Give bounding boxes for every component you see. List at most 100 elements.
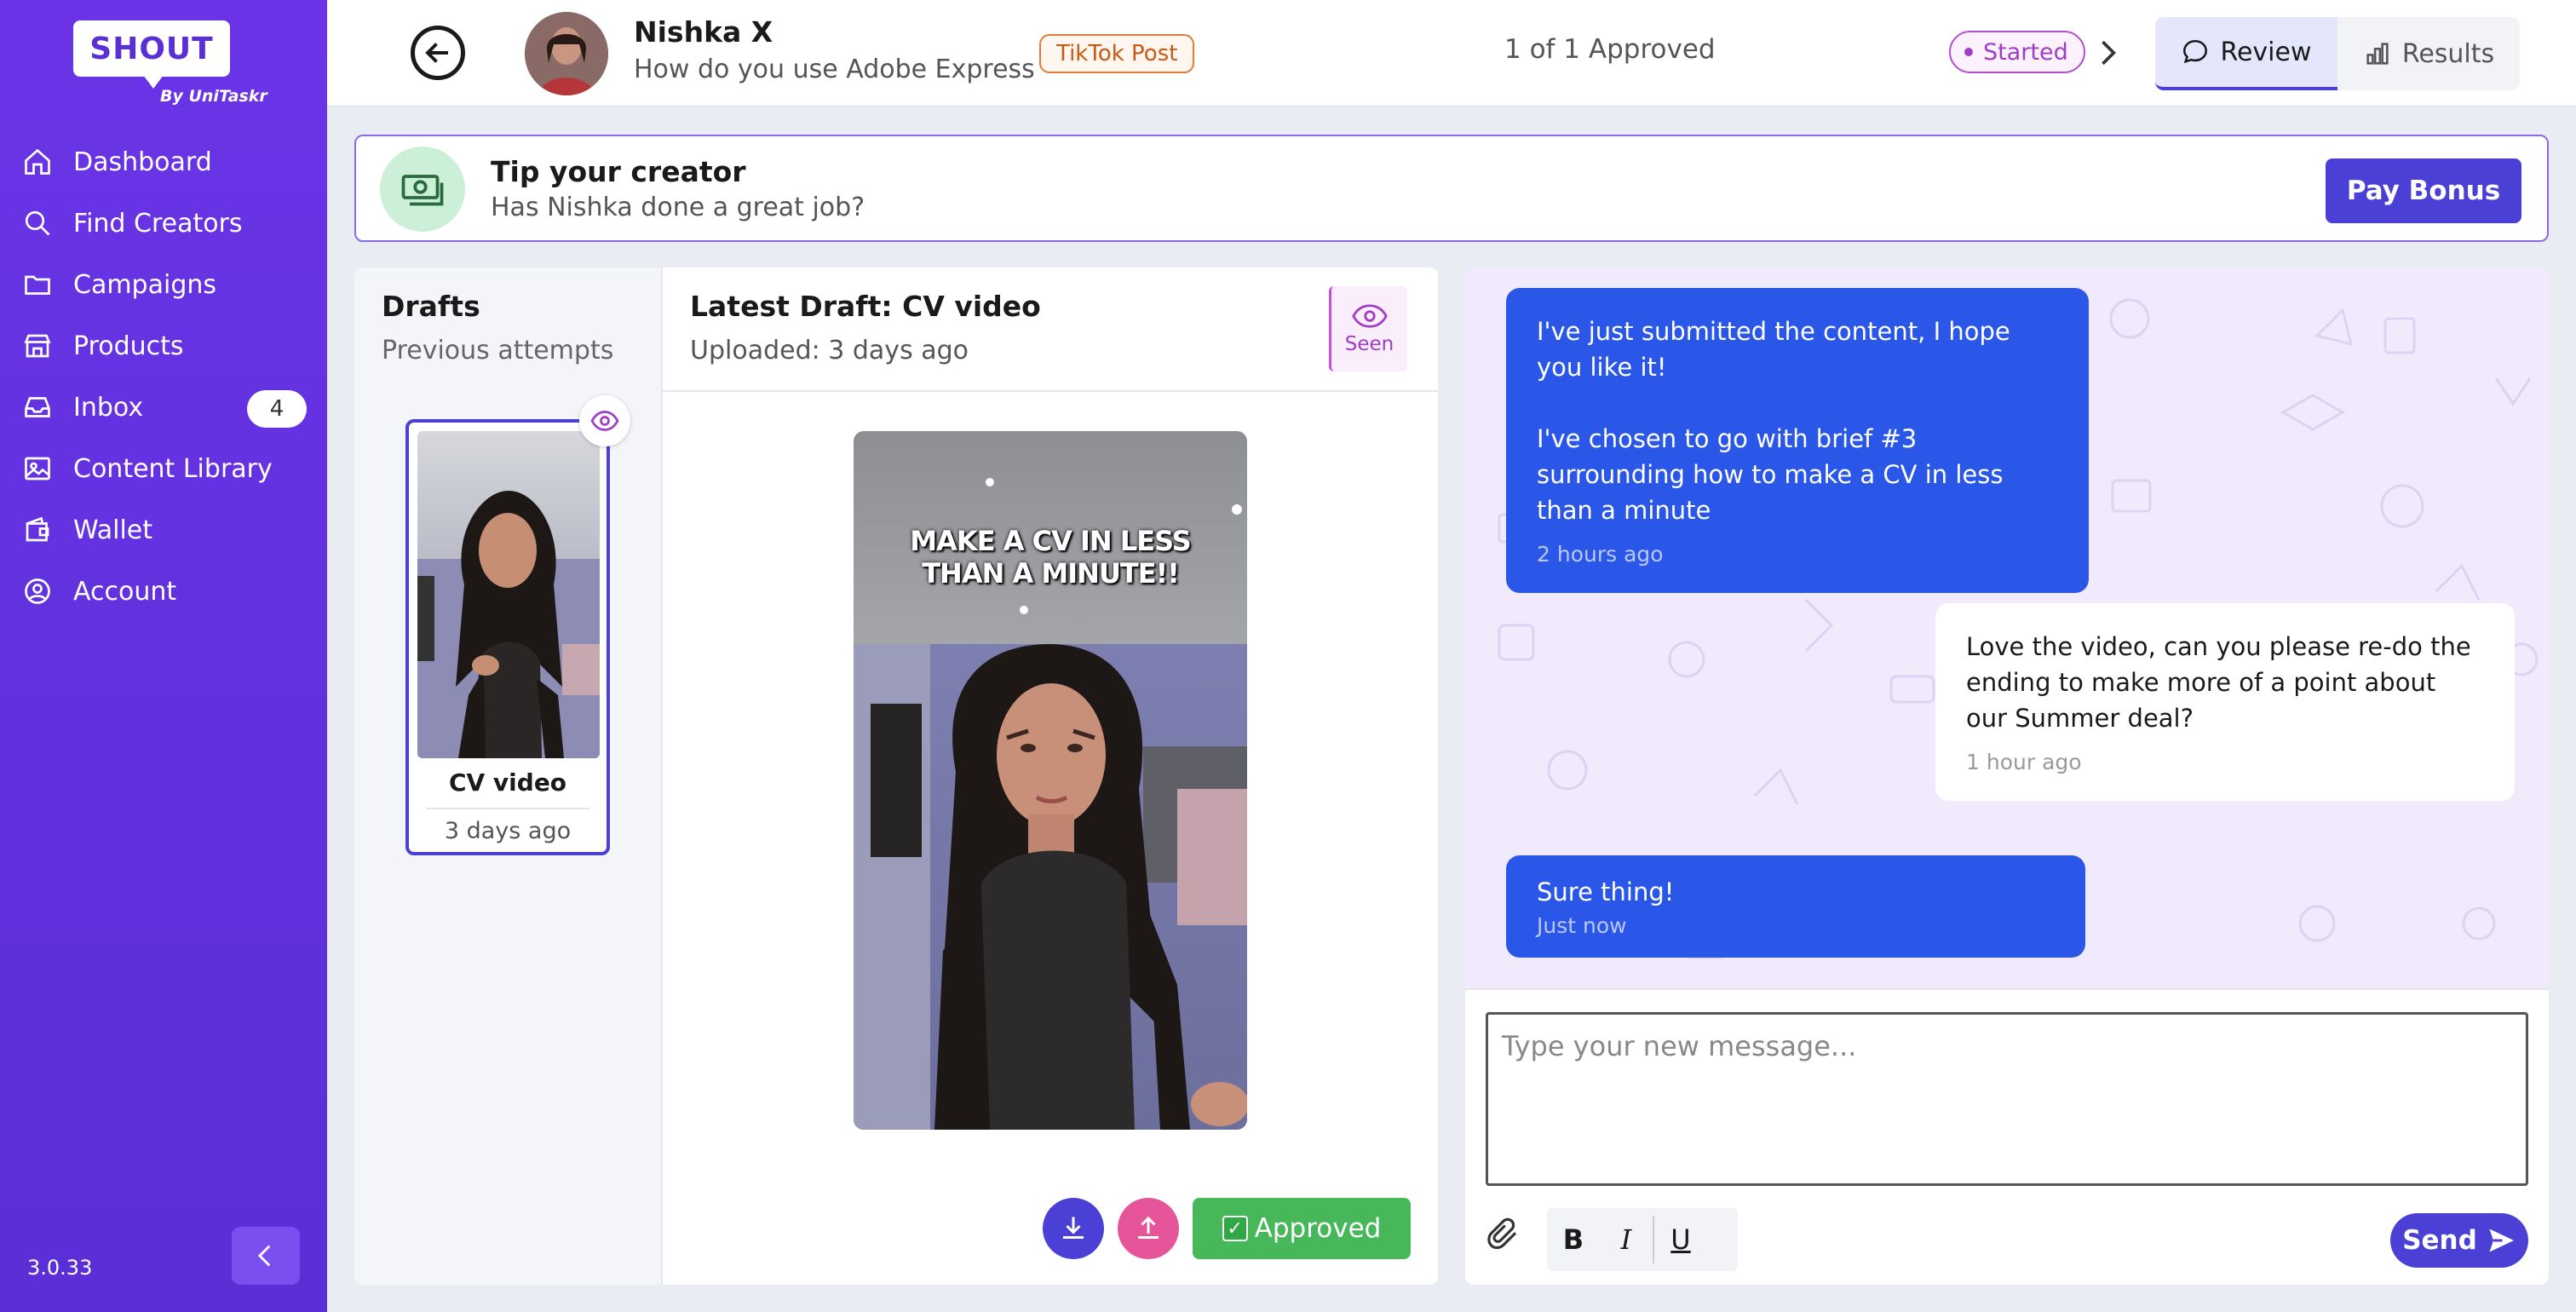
draft-video-player[interactable]: MAKE A CV IN LESS THAN A MINUTE!! xyxy=(854,431,1247,1130)
download-button[interactable] xyxy=(1043,1198,1104,1259)
draft-thumbnail xyxy=(417,431,600,758)
send-button[interactable]: Send xyxy=(2390,1213,2528,1268)
eye-icon xyxy=(590,411,619,431)
message-timestamp: Just now xyxy=(1537,913,1627,938)
caption-line-1: MAKE A CV IN LESS xyxy=(910,525,1191,557)
tab-review[interactable]: Review xyxy=(2155,17,2337,90)
video-caption: MAKE A CV IN LESS THAN A MINUTE!! xyxy=(854,525,1247,590)
home-icon xyxy=(25,148,50,175)
wallet-icon xyxy=(26,516,49,542)
inbox-count-badge: 4 xyxy=(247,390,307,428)
sidebar-item-content-library[interactable]: Content Library xyxy=(0,438,327,499)
chevron-right-icon xyxy=(2102,40,2116,66)
creator-avatar[interactable] xyxy=(525,12,608,95)
avatar-photo xyxy=(525,12,608,95)
message-text: I've chosen to go with brief #3 surround… xyxy=(1537,424,2004,525)
approved-label: Approved xyxy=(1254,1213,1382,1244)
paperclip-icon xyxy=(1487,1217,1517,1250)
sidebar-item-label: Campaigns xyxy=(73,269,217,300)
tab-label: Review xyxy=(2220,37,2312,67)
tab-label: Results xyxy=(2401,38,2495,69)
italic-button[interactable]: I xyxy=(1600,1208,1653,1271)
sidebar-item-dashboard[interactable]: Dashboard xyxy=(0,131,327,193)
seen-label: Seen xyxy=(1344,333,1394,355)
draft-seen-indicator xyxy=(579,395,630,446)
draft-divider xyxy=(426,808,589,809)
status-badge[interactable]: Started xyxy=(1949,31,2085,73)
image-icon xyxy=(25,457,50,480)
next-status-button[interactable] xyxy=(2089,34,2126,72)
upload-icon xyxy=(1138,1216,1159,1239)
drafts-title: Drafts xyxy=(382,290,480,323)
approval-counter: 1 of 1 Approved xyxy=(1504,34,1716,65)
brand-logo[interactable]: SHOUT By UniTaskr xyxy=(73,20,267,106)
post-type-badge: TikTok Post xyxy=(1039,34,1195,73)
eye-icon xyxy=(1351,304,1388,328)
sidebar-item-inbox[interactable]: Inbox 4 xyxy=(0,377,327,438)
sidebar-item-account[interactable]: Account xyxy=(0,561,327,622)
sidebar-nav: Dashboard Find Creators Campaigns Produc… xyxy=(0,131,327,622)
underline-button[interactable]: U xyxy=(1654,1208,1707,1271)
tip-subtitle: Has Nishka done a great job? xyxy=(491,193,865,222)
bold-button[interactable]: B xyxy=(1547,1208,1600,1271)
tab-results[interactable]: Results xyxy=(2337,17,2520,90)
draft-date: 3 days ago xyxy=(444,818,572,844)
send-label: Send xyxy=(2402,1225,2477,1256)
tip-creator-banner: Tip your creator Has Nishka done a great… xyxy=(354,135,2549,242)
message-bubble-brand: Love the video, can you please re-do the… xyxy=(1935,603,2515,801)
view-tabs: Review Results xyxy=(2155,17,2520,90)
money-icon xyxy=(380,147,465,232)
store-icon xyxy=(24,334,51,358)
sidebar-item-label: Account xyxy=(73,576,177,607)
drafts-subtitle: Previous attempts xyxy=(382,336,614,365)
message-timestamp: 1 hour ago xyxy=(1966,750,2082,774)
message-input[interactable] xyxy=(1486,1012,2528,1186)
drafts-column: Drafts Previous attempts CV video 3 days… xyxy=(354,268,663,1285)
tip-title: Tip your creator xyxy=(491,155,746,188)
seen-indicator: Seen xyxy=(1329,286,1407,371)
logo-text: SHOUT xyxy=(73,20,230,89)
sidebar-item-wallet[interactable]: Wallet xyxy=(0,499,327,561)
formatting-toolbar: B I U xyxy=(1547,1208,1738,1271)
draft-review-panel: Drafts Previous attempts CV video 3 days… xyxy=(354,268,1438,1285)
approved-button[interactable]: ✓ Approved xyxy=(1193,1198,1411,1259)
status-dot-icon xyxy=(1964,48,1973,56)
checkmark-icon: ✓ xyxy=(1222,1216,1248,1241)
message-composer: B I U Send xyxy=(1465,988,2549,1285)
attach-button[interactable] xyxy=(1486,1217,1521,1252)
download-icon xyxy=(1063,1217,1084,1239)
send-icon xyxy=(2489,1229,2514,1252)
sidebar-item-find-creators[interactable]: Find Creators xyxy=(0,193,327,254)
campaign-name: How do you use Adobe Express xyxy=(634,55,1035,84)
inbox-icon xyxy=(25,397,50,417)
draft-card[interactable]: CV video 3 days ago xyxy=(405,419,610,855)
sidebar-item-label: Products xyxy=(73,331,184,361)
sidebar: SHOUT By UniTaskr Dashboard Find Creator… xyxy=(0,0,327,1312)
latest-draft-header: Latest Draft: CV video Uploaded: 3 days … xyxy=(663,268,1438,392)
page-header: Nishka X How do you use Adobe Express Ti… xyxy=(327,0,2576,107)
search-icon xyxy=(25,210,50,236)
sidebar-item-label: Inbox xyxy=(73,392,144,423)
collapse-sidebar-button[interactable] xyxy=(232,1227,300,1285)
sidebar-item-label: Wallet xyxy=(73,515,153,545)
message-bubble-creator: Sure thing! Just now xyxy=(1506,855,2085,958)
chat-panel: I've just submitted the content, I hope … xyxy=(1465,268,2549,1285)
creator-name: Nishka X xyxy=(634,15,773,49)
upload-button[interactable] xyxy=(1118,1198,1179,1259)
message-text: Love the video, can you please re-do the… xyxy=(1966,632,2471,733)
message-timestamp: 2 hours ago xyxy=(1537,542,1664,567)
draft-name: CV video xyxy=(448,768,567,797)
back-button[interactable] xyxy=(411,26,465,80)
message-text: I've just submitted the content, I hope … xyxy=(1537,317,2010,382)
status-label: Started xyxy=(1983,38,2068,66)
sidebar-item-products[interactable]: Products xyxy=(0,315,327,377)
caption-line-2: THAN A MINUTE!! xyxy=(922,557,1180,590)
message-text: Sure thing! xyxy=(1537,878,1675,906)
sidebar-item-campaigns[interactable]: Campaigns xyxy=(0,254,327,315)
pay-bonus-button[interactable]: Pay Bonus xyxy=(2326,158,2521,223)
sidebar-item-label: Content Library xyxy=(73,453,273,484)
latest-draft-uploaded: Uploaded: 3 days ago xyxy=(690,336,969,365)
folder-icon xyxy=(25,275,50,295)
chevron-left-icon xyxy=(257,1245,271,1267)
message-bubble-creator: I've just submitted the content, I hope … xyxy=(1506,288,2089,593)
